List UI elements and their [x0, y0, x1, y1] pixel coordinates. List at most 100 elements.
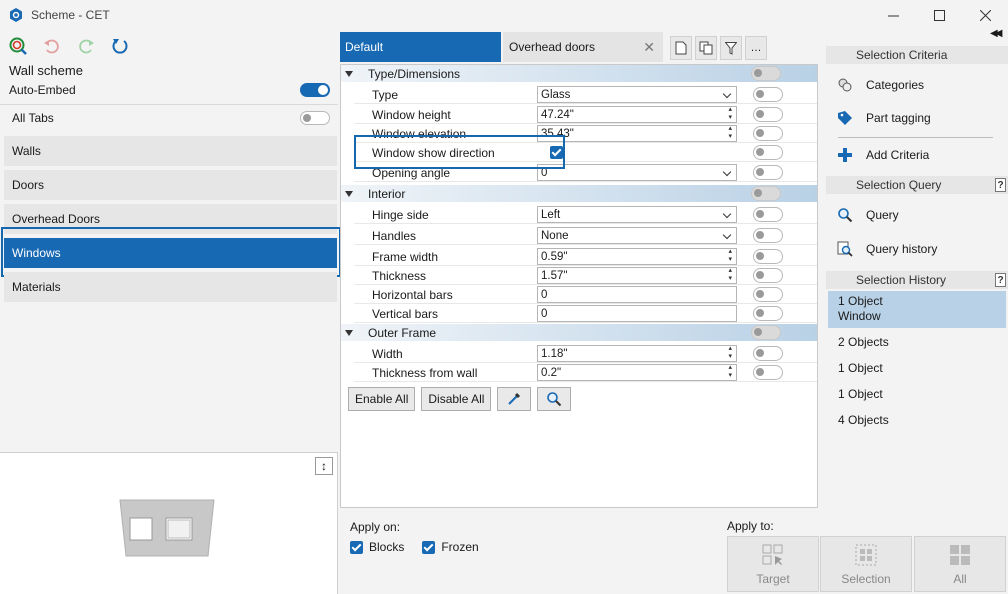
help-icon[interactable]: ? [995, 273, 1006, 287]
group-outer-frame-toggle[interactable] [751, 325, 781, 340]
frozen-label: Frozen [441, 540, 479, 554]
copy-scheme-button[interactable] [695, 36, 717, 60]
resize-preview-button[interactable]: ↕ [315, 457, 333, 475]
group-type-dimensions[interactable]: Type/Dimensions [341, 65, 817, 82]
opening-angle-toggle[interactable] [753, 165, 783, 180]
eyedropper-button[interactable] [497, 387, 532, 411]
thickness-from-wall-toggle[interactable] [753, 365, 783, 380]
more-options-button[interactable]: … [745, 36, 767, 60]
blocks-checkbox[interactable]: Blocks [350, 540, 404, 554]
help-icon[interactable]: ? [995, 178, 1006, 192]
tab-materials[interactable]: Materials [4, 272, 337, 302]
horizontal-bars-input[interactable]: 0 [537, 286, 737, 303]
history-item-count: 1 Object [838, 294, 883, 308]
thickness-toggle[interactable] [753, 268, 783, 283]
title-bar: Scheme - CET [0, 0, 1008, 30]
handles-toggle[interactable] [753, 228, 783, 243]
window-height-input[interactable]: 47.24" [537, 106, 737, 123]
categories-item[interactable]: Categories [836, 76, 924, 94]
window-height-toggle[interactable] [753, 107, 783, 122]
hinge-side-toggle[interactable] [753, 207, 783, 222]
new-scheme-button[interactable] [670, 36, 692, 60]
right-panel: ◀◀ Selection Criteria Categories Part ta… [826, 28, 1008, 594]
window-preview-image [119, 499, 215, 557]
type-dropdown[interactable]: Glass [537, 86, 737, 103]
auto-embed-toggle[interactable] [300, 83, 330, 97]
filter-button[interactable] [720, 36, 742, 60]
history-item[interactable]: 1 Object Window [828, 291, 1006, 328]
property-grid: Type/Dimensions Type Glass Window height… [340, 64, 818, 508]
disable-all-button[interactable]: Disable All [421, 387, 492, 411]
group-interior-toggle[interactable] [751, 186, 781, 201]
apply-target-button[interactable]: Target [727, 536, 819, 592]
redo-icon [79, 39, 94, 54]
horizontal-bars-toggle[interactable] [753, 287, 783, 302]
search-button[interactable] [537, 387, 572, 411]
window-elevation-toggle[interactable] [753, 126, 783, 141]
handles-dropdown[interactable]: None [537, 227, 737, 244]
tab-overhead-doors-scheme[interactable]: Overhead doors ✕ [503, 32, 663, 62]
vertical-bars-label: Vertical bars [372, 307, 439, 321]
filter-icon [725, 41, 737, 55]
window-elevation-input[interactable]: 35.43" [537, 125, 737, 142]
add-criteria-item[interactable]: Add Criteria [836, 146, 929, 164]
query-item[interactable]: Query [836, 206, 899, 224]
minimize-button[interactable] [870, 0, 916, 30]
history-item[interactable]: 1 Object [828, 361, 1006, 375]
search-scheme-button[interactable] [8, 36, 28, 56]
close-tab-icon[interactable]: ✕ [643, 39, 655, 56]
hinge-side-dropdown[interactable]: Left [537, 206, 737, 223]
frame-width-input[interactable]: 0.59" [537, 248, 737, 265]
opening-angle-dropdown[interactable]: 0 [537, 164, 737, 181]
group-type-dimensions-toggle[interactable] [751, 66, 781, 81]
thickness-input[interactable]: 1.57" [537, 267, 737, 284]
row-type: Type Glass [354, 85, 817, 104]
tab-walls[interactable]: Walls [4, 136, 337, 166]
scheme-tab-strip: Default Overhead doors ✕ … [340, 32, 818, 62]
selection-query-label: Selection Query [856, 178, 942, 192]
row-horizontal-bars: Horizontal bars 0 [354, 285, 817, 304]
vertical-bars-input[interactable]: 0 [537, 305, 737, 322]
window-show-direction-toggle[interactable] [753, 145, 783, 160]
width-toggle[interactable] [753, 346, 783, 361]
redo-button[interactable] [76, 36, 96, 56]
blocks-checkbox-box [350, 540, 363, 554]
undo-icon [44, 39, 59, 54]
thickness-from-wall-input[interactable]: 0.2" [537, 364, 737, 381]
collapse-panel-icon[interactable]: ◀◀ [990, 28, 1003, 39]
tab-overhead-doors-label: Overhead doors [509, 40, 596, 54]
type-toggle[interactable] [753, 87, 783, 102]
tab-doors[interactable]: Doors [4, 170, 337, 200]
row-thickness: Thickness 1.57" [354, 266, 817, 285]
history-item[interactable]: 2 Objects [828, 335, 1006, 349]
history-item[interactable]: 4 Objects [828, 413, 1006, 427]
minimize-icon [887, 15, 899, 16]
all-tabs-toggle[interactable] [300, 111, 330, 125]
windows-tab-highlight [1, 227, 341, 277]
group-interior[interactable]: Interior [341, 185, 817, 202]
vertical-bars-toggle[interactable] [753, 306, 783, 321]
selection-query-header: Selection Query ? [826, 176, 1008, 194]
enable-all-button[interactable]: Enable All [348, 387, 416, 411]
part-tagging-item[interactable]: Part tagging [836, 109, 931, 127]
width-label: Width [372, 347, 403, 361]
history-item-type: Window [838, 309, 881, 323]
blocks-label: Blocks [369, 540, 405, 554]
part-tagging-label: Part tagging [866, 111, 931, 125]
selection-history-label: Selection History [856, 273, 947, 287]
undo-button[interactable] [42, 36, 62, 56]
refresh-button[interactable] [110, 36, 130, 56]
tab-default[interactable]: Default [340, 32, 501, 62]
frame-width-label: Frame width [372, 250, 439, 264]
close-button[interactable] [962, 0, 1008, 30]
query-history-item[interactable]: Query history [836, 240, 937, 258]
left-panel: Wall scheme Auto-Embed All Tabs Walls Do… [0, 30, 341, 594]
group-type-dimensions-label: Type/Dimensions [368, 66, 461, 81]
wall-scheme-label: Wall scheme [9, 63, 83, 78]
frame-width-toggle[interactable] [753, 249, 783, 264]
history-item[interactable]: 1 Object [828, 387, 1006, 401]
maximize-button[interactable] [916, 0, 962, 30]
width-input[interactable]: 1.18" [537, 345, 737, 362]
frozen-checkbox[interactable]: Frozen [422, 540, 479, 554]
group-outer-frame[interactable]: Outer Frame [341, 324, 817, 341]
